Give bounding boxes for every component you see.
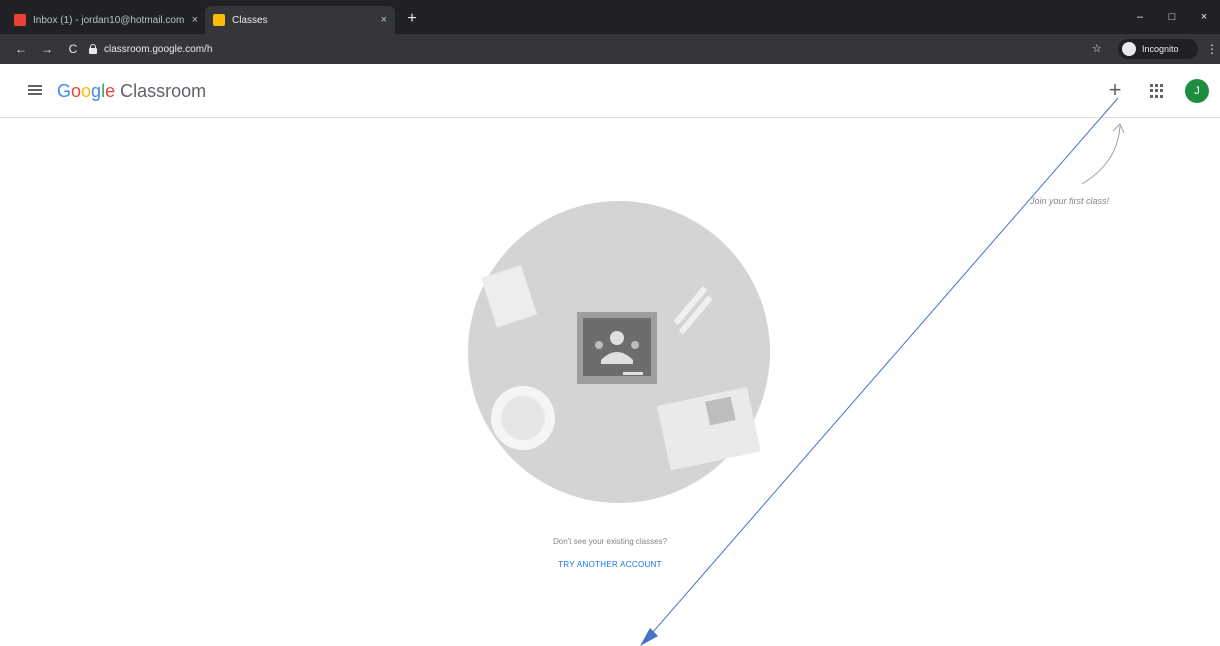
classroom-favicon-icon bbox=[213, 14, 225, 26]
add-icon[interactable]: + bbox=[1105, 79, 1125, 101]
page: Inbox (1) - jordan10@hotmail.com × Class… bbox=[0, 0, 1220, 646]
empty-state-message: Don't see your existing classes? bbox=[552, 537, 668, 546]
reload-icon[interactable]: C bbox=[64, 41, 82, 57]
empty-classroom-illustration bbox=[468, 201, 770, 503]
logo-letter: G bbox=[57, 81, 72, 101]
new-tab-button[interactable]: + bbox=[402, 9, 422, 29]
tab-inbox[interactable]: Inbox (1) - jordan10@hotmail.com × bbox=[6, 6, 206, 34]
incognito-label: Incognito bbox=[1142, 44, 1179, 54]
logo-letter: e bbox=[105, 81, 116, 101]
app-header: Google Classroom + J bbox=[0, 64, 1220, 118]
incognito-badge[interactable]: Incognito bbox=[1118, 39, 1198, 59]
google-classroom-logo[interactable]: Google Classroom bbox=[57, 81, 206, 102]
gmail-favicon-icon bbox=[14, 14, 26, 26]
try-another-account-link[interactable]: TRY ANOTHER ACCOUNT bbox=[480, 560, 740, 569]
avatar[interactable]: J bbox=[1185, 79, 1209, 103]
close-window-button[interactable]: × bbox=[1194, 8, 1214, 26]
logo-letter: o bbox=[81, 81, 92, 101]
incognito-icon bbox=[1122, 42, 1136, 56]
star-icon[interactable]: ☆ bbox=[1092, 42, 1102, 55]
logo-letter: g bbox=[91, 81, 102, 101]
address-bar[interactable]: classroom.google.com/h bbox=[88, 38, 1088, 60]
minimize-button[interactable]: – bbox=[1130, 8, 1150, 26]
tab-close-icon[interactable]: × bbox=[192, 14, 198, 26]
browser-tab-bar: Inbox (1) - jordan10@hotmail.com × Class… bbox=[0, 0, 1220, 34]
logo-letter: o bbox=[71, 81, 82, 101]
browser-toolbar: ← → C classroom.google.com/h ☆ Incognito… bbox=[0, 34, 1220, 64]
tab-title: Inbox (1) - jordan10@hotmail.com bbox=[33, 14, 185, 26]
url-text: classroom.google.com/h bbox=[104, 43, 213, 55]
join-class-hint: Join your first class! bbox=[1030, 196, 1110, 206]
hint-arrow-icon bbox=[1081, 123, 1125, 185]
lock-icon bbox=[88, 44, 98, 54]
maximize-button[interactable]: □ bbox=[1162, 8, 1182, 26]
kebab-icon[interactable]: ⋮ bbox=[1206, 42, 1218, 56]
tab-classes[interactable]: Classes × bbox=[205, 6, 395, 34]
logo-product-name: Classroom bbox=[115, 81, 207, 101]
menu-icon[interactable] bbox=[28, 85, 42, 95]
back-icon[interactable]: ← bbox=[12, 41, 30, 57]
tab-title: Classes bbox=[232, 14, 268, 26]
tab-close-icon[interactable]: × bbox=[381, 14, 387, 26]
forward-icon[interactable]: → bbox=[38, 41, 56, 57]
apps-grid-icon[interactable] bbox=[1150, 84, 1164, 98]
